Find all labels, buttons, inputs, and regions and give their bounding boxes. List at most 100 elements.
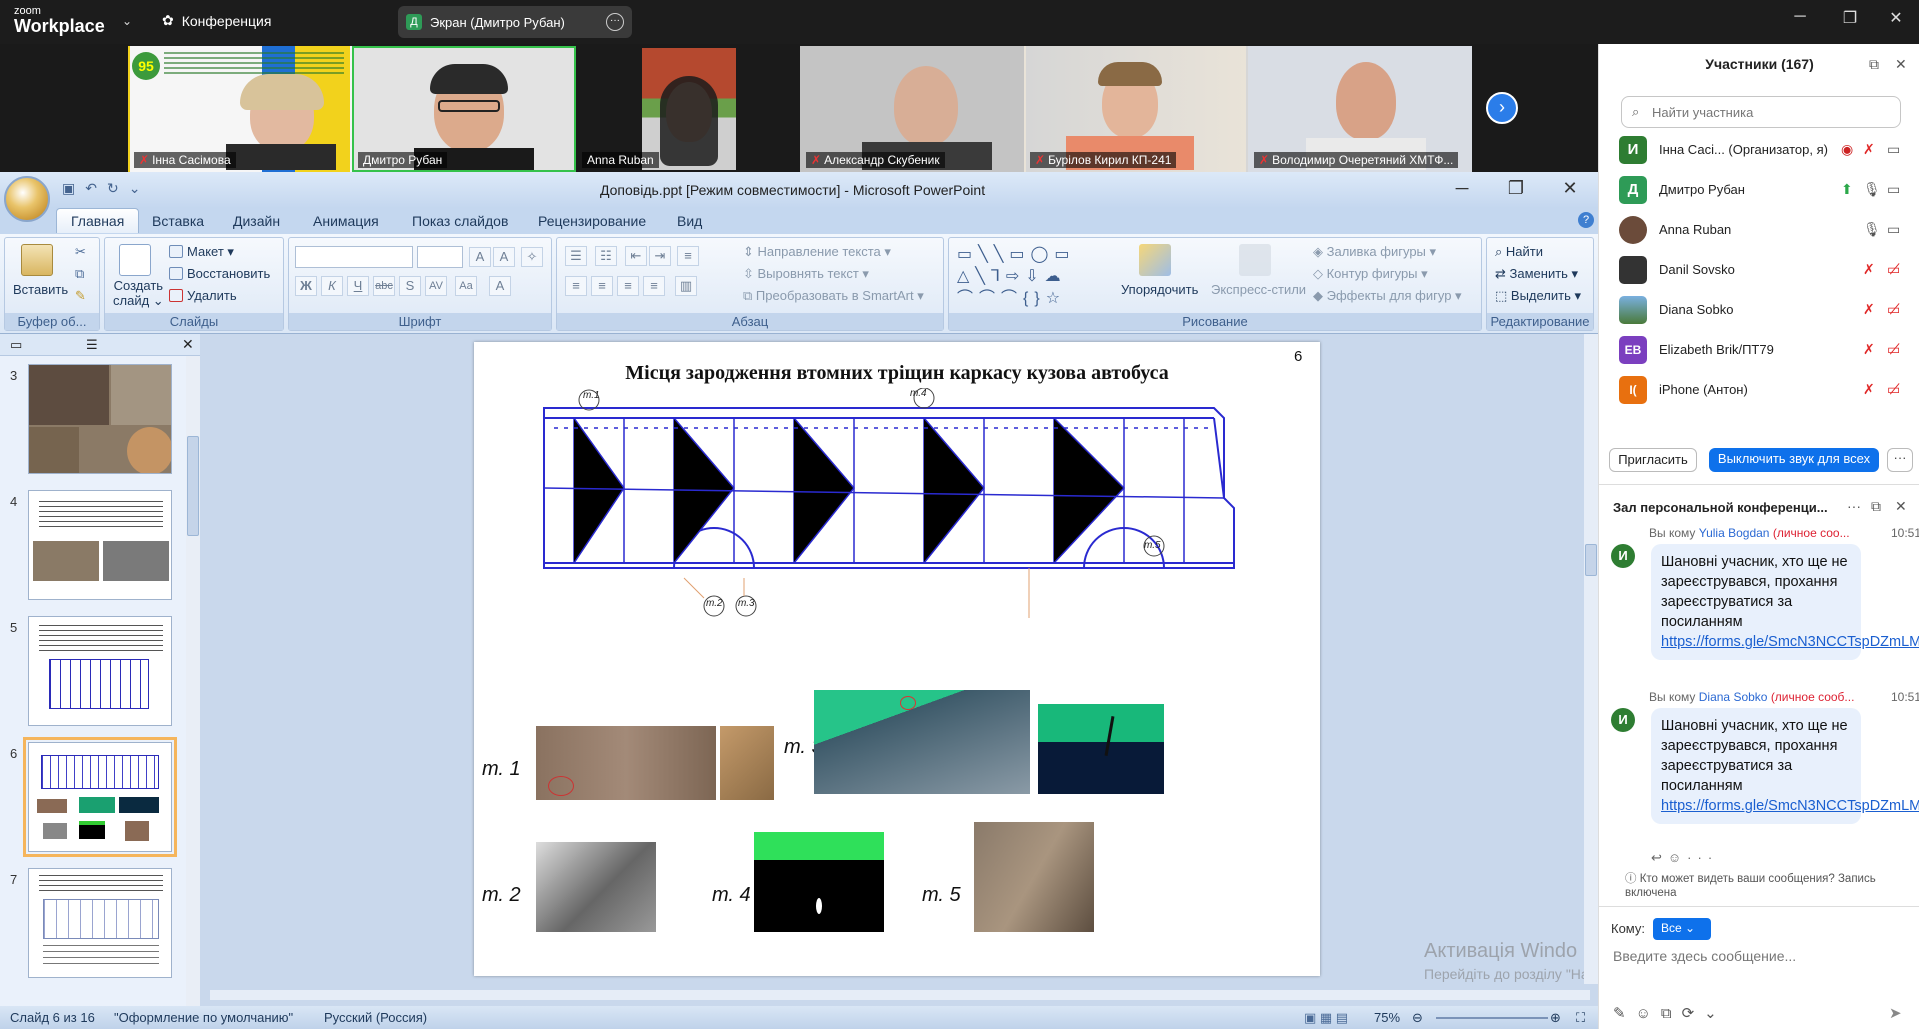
tab-review[interactable]: Рецензирование [538, 213, 646, 229]
video-icon[interactable]: ▭ [1887, 221, 1900, 238]
slides-tab-icon[interactable]: ▭ [10, 337, 22, 353]
participant-row[interactable]: Anna Ruban 🎙 ▭ [1619, 210, 1909, 250]
align-center-icon[interactable]: ≡ [591, 276, 613, 296]
tab-slideshow[interactable]: Показ слайдов [412, 213, 508, 229]
video-tile[interactable]: ✗ Александр Скубеник [800, 46, 1024, 172]
numbering-icon[interactable]: ☷ [595, 246, 617, 266]
restore-button[interactable]: ❐ [1830, 8, 1870, 28]
redo-icon[interactable]: ↻ [107, 180, 119, 197]
mic-icon[interactable]: 🎙 [1863, 181, 1881, 198]
registration-link[interactable]: https://forms.gle/SmcN3NCCTspDZmLM8 [1661, 634, 1919, 650]
close-pane-icon[interactable]: ✕ [182, 336, 194, 353]
underline-icon[interactable]: Ч [347, 276, 369, 296]
shapes-gallery[interactable]: ▭╲╲▭◯▭ △╲⅂⇨⇩☁ ⌒⌒⌒{}☆ [957, 244, 1107, 310]
video-off-icon[interactable]: ▭̸ [1887, 301, 1900, 318]
reset-button[interactable]: Восстановить [169, 266, 270, 281]
close-button[interactable]: ✕ [1876, 8, 1916, 28]
shrink-font-icon[interactable]: A [493, 247, 515, 267]
participant-row[interactable]: EB Elizabeth Brik/ПТ79 ✗ ▭̸ [1619, 330, 1909, 370]
strikethrough-icon[interactable]: abc [373, 276, 395, 296]
arrange-button[interactable]: Упорядочить [1121, 282, 1198, 297]
zoom-level[interactable]: 75% [1374, 1010, 1400, 1025]
close-panel-icon[interactable]: ✕ [1895, 56, 1907, 73]
smartart-button[interactable]: ⧉ Преобразовать в SmartArt ▾ [743, 288, 924, 304]
font-name-field[interactable] [295, 246, 413, 268]
video-icon[interactable]: ▭ [1887, 141, 1900, 158]
undo-icon[interactable]: ↶ [85, 180, 97, 197]
view-buttons[interactable]: ▣ ▦ ▤ [1304, 1010, 1348, 1026]
next-page-arrow-icon[interactable]: › [1486, 92, 1518, 124]
slide-thumbnail-current[interactable] [23, 737, 177, 857]
slide-thumbnail[interactable] [28, 364, 172, 474]
minimize-button[interactable]: ─ [1780, 8, 1820, 26]
text-direction-button[interactable]: ⇕ Направление текста ▾ [743, 244, 891, 260]
shape-outline-button[interactable]: ◇ Контур фигуры ▾ [1313, 266, 1428, 282]
decrease-indent-icon[interactable]: ⇤ [625, 246, 647, 266]
message-actions[interactable]: ↩☺··· [1651, 850, 1718, 866]
registration-link[interactable]: https://forms.gle/SmcN3NCCTspDZmLM8 [1661, 798, 1919, 814]
zoom-out-icon[interactable]: ⊖ [1412, 1010, 1423, 1026]
tab-view[interactable]: Вид [677, 213, 702, 229]
message-input[interactable]: Введите здесь сообщение... [1613, 948, 1796, 964]
bold-icon[interactable]: Ж [295, 276, 317, 296]
shadow-icon[interactable]: S [399, 276, 421, 296]
meeting-menu[interactable]: ✿ Конференция [162, 12, 271, 29]
mic-muted-icon[interactable]: ✗ [1863, 261, 1875, 278]
zoom-in-icon[interactable]: ⊕ [1550, 1010, 1561, 1026]
popout-icon[interactable]: ⧉ [1869, 56, 1879, 73]
tab-animation[interactable]: Анимация [313, 213, 379, 229]
slide-thumbnail[interactable] [28, 868, 172, 978]
more-icon[interactable]: ··· [606, 13, 624, 31]
slides-pane-scrollbar[interactable] [186, 356, 200, 1006]
shape-fill-button[interactable]: ◈ Заливка фигуры ▾ [1313, 244, 1436, 260]
columns-icon[interactable]: ▥ [675, 276, 697, 296]
format-painter-icon[interactable]: ✎ [75, 288, 86, 304]
video-tile-active-speaker[interactable]: Дмитро Рубан [352, 46, 576, 172]
zoom-slider[interactable] [1436, 1017, 1548, 1019]
find-button[interactable]: ⌕ Найти [1495, 244, 1543, 260]
visibility-note[interactable]: ⓘ Кто может видеть ваши сообщения? Запис… [1625, 872, 1915, 900]
help-icon[interactable]: ? [1578, 212, 1594, 228]
replace-button[interactable]: ⇄ Заменить ▾ [1495, 266, 1578, 282]
video-tile[interactable]: 95 ✗ Інна Сасімова [128, 46, 352, 172]
video-tile[interactable]: ✗ Володимир Очеретяний ХМТФ... [1248, 46, 1472, 172]
recipient-select[interactable]: Все ⌄ [1653, 918, 1711, 940]
ppt-minimize-button[interactable]: ─ [1442, 178, 1482, 199]
save-icon[interactable]: ▣ [62, 180, 75, 197]
participant-row[interactable]: Д Дмитро Рубан ⬆ 🎙 ▭ [1619, 170, 1909, 210]
participant-row[interactable]: I( iPhone (Антон) ✗ ▭̸ [1619, 370, 1909, 410]
justify-icon[interactable]: ≡ [643, 276, 665, 296]
invite-button[interactable]: Пригласить [1609, 448, 1697, 472]
send-icon[interactable]: ➤ [1889, 1004, 1902, 1022]
customize-icon[interactable]: ⌄ [129, 180, 141, 197]
line-spacing-icon[interactable]: ≡ [677, 246, 699, 266]
video-off-icon[interactable]: ▭̸ [1887, 261, 1900, 278]
new-slide-button[interactable]: Создать слайд ⌄ [113, 278, 164, 309]
office-button-icon[interactable] [4, 176, 50, 222]
chat-more-icon[interactable]: ··· [1847, 498, 1861, 514]
italic-icon[interactable]: К [321, 276, 343, 296]
screen-share-tab[interactable]: Д Экран (Дмитро Рубан) ··· [398, 6, 632, 38]
align-right-icon[interactable]: ≡ [617, 276, 639, 296]
slide-thumbnail[interactable] [28, 616, 172, 726]
participant-search-input[interactable]: ⌕ Найти участника [1621, 96, 1901, 128]
participant-row[interactable]: И Інна Сасі... (Организатор, я) ◉ ✗ ▭ [1619, 130, 1909, 170]
font-size-field[interactable] [417, 246, 463, 268]
horizontal-scrollbar[interactable] [210, 990, 1590, 1000]
mic-muted-icon[interactable]: ✗ [1863, 381, 1875, 398]
slide-title[interactable]: Місця зародження втомних тріщин каркасу … [474, 362, 1320, 385]
video-tile[interactable]: Anna Ruban [576, 46, 800, 172]
spacing-icon[interactable]: AV [425, 276, 447, 296]
cut-icon[interactable]: ✂ [75, 244, 86, 260]
video-off-icon[interactable]: ▭̸ [1887, 341, 1900, 358]
tab-design[interactable]: Дизайн [233, 213, 280, 229]
quick-styles-button[interactable]: Экспресс-стили [1211, 282, 1306, 297]
tab-insert[interactable]: Вставка [152, 213, 204, 229]
chat-close-icon[interactable]: ✕ [1895, 498, 1907, 515]
more-options-icon[interactable]: ··· [1887, 448, 1913, 472]
mic-muted-icon[interactable]: ✗ [1863, 141, 1875, 158]
font-color-icon[interactable]: A [489, 276, 511, 296]
chat-popout-icon[interactable]: ⧉ [1871, 498, 1881, 515]
align-left-icon[interactable]: ≡ [565, 276, 587, 296]
increase-indent-icon[interactable]: ⇥ [649, 246, 671, 266]
